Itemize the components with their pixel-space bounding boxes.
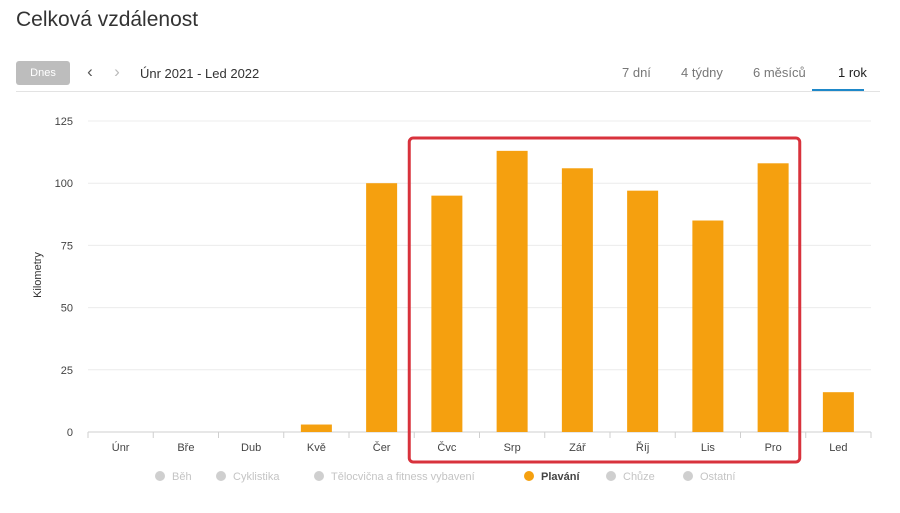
legend-item-beh[interactable]: Běh <box>155 471 192 483</box>
x-tick-label: Říj <box>636 441 649 454</box>
legend-item-cyklistika[interactable]: Cyklistika <box>216 471 279 483</box>
bar-Čvc[interactable] <box>431 195 463 432</box>
gridlines <box>87 120 872 438</box>
highlight-box <box>407 136 802 464</box>
legend-dot <box>314 471 324 481</box>
chart-legend: Běh Cyklistika Tělocvična a fitness vyba… <box>0 471 900 491</box>
x-tick-label: Kvě <box>307 442 326 454</box>
y-tick-label: 75 <box>61 240 73 252</box>
x-tick-label: Zář <box>569 442 586 454</box>
legend-label: Tělocvična a fitness vybavení <box>331 471 475 483</box>
bar-Zář[interactable] <box>561 168 593 432</box>
legend-item-fitness[interactable]: Tělocvična a fitness vybavení <box>314 471 475 483</box>
legend-label: Chůze <box>623 471 655 483</box>
legend-label: Běh <box>172 471 192 483</box>
x-tick-label: Srp <box>504 442 521 454</box>
legend-label: Ostatní <box>700 471 736 483</box>
legend-item-chuze[interactable]: Chůze <box>606 471 655 483</box>
x-tick-labels: Únr Bře Dub Kvě Čer Čvc Srp Zář Říj Lis Pro Led <box>112 441 848 454</box>
bar-Kvě[interactable] <box>300 424 332 432</box>
x-tick-label: Led <box>829 442 847 454</box>
y-tick-label: 125 <box>55 116 73 128</box>
x-tick-label: Dub <box>241 442 261 454</box>
bar-Lis[interactable] <box>692 220 724 432</box>
x-tick-label: Čer <box>373 441 391 454</box>
bars <box>300 150 854 432</box>
bar-Pro[interactable] <box>757 163 789 432</box>
legend-dot <box>606 471 616 481</box>
bar-chart: 0 25 50 75 100 125 Únr Bře Dub Kvě Čer Čvc Srp Zář Ří… <box>32 116 872 464</box>
x-tick-label: Lis <box>701 442 716 454</box>
y-tick-label: 100 <box>55 178 73 190</box>
legend-dot <box>155 471 165 481</box>
x-tick-label: Bře <box>177 442 194 454</box>
bar-Led[interactable] <box>822 392 854 432</box>
legend-label: Cyklistika <box>233 471 280 483</box>
y-axis-label: Kilometry <box>32 252 44 298</box>
y-tick-labels: 0 25 50 75 100 125 <box>55 116 73 439</box>
legend-dot <box>524 471 534 481</box>
legend-item-ostatni[interactable]: Ostatní <box>683 471 735 483</box>
y-tick-label: 50 <box>61 303 73 315</box>
legend-dot <box>683 471 693 481</box>
legend-item-plavani[interactable]: Plavání <box>524 471 580 483</box>
legend-label: Plavání <box>541 471 580 483</box>
y-tick-label: 25 <box>61 365 73 377</box>
x-tick-label: Pro <box>765 442 782 454</box>
bar-Říj[interactable] <box>627 190 659 432</box>
x-tick-label: Čvc <box>437 441 456 454</box>
legend-dot <box>216 471 226 481</box>
bar-Čer[interactable] <box>366 183 398 432</box>
y-tick-label: 0 <box>67 427 73 439</box>
bar-Srp[interactable] <box>496 150 528 432</box>
x-tick-label: Únr <box>112 441 130 454</box>
